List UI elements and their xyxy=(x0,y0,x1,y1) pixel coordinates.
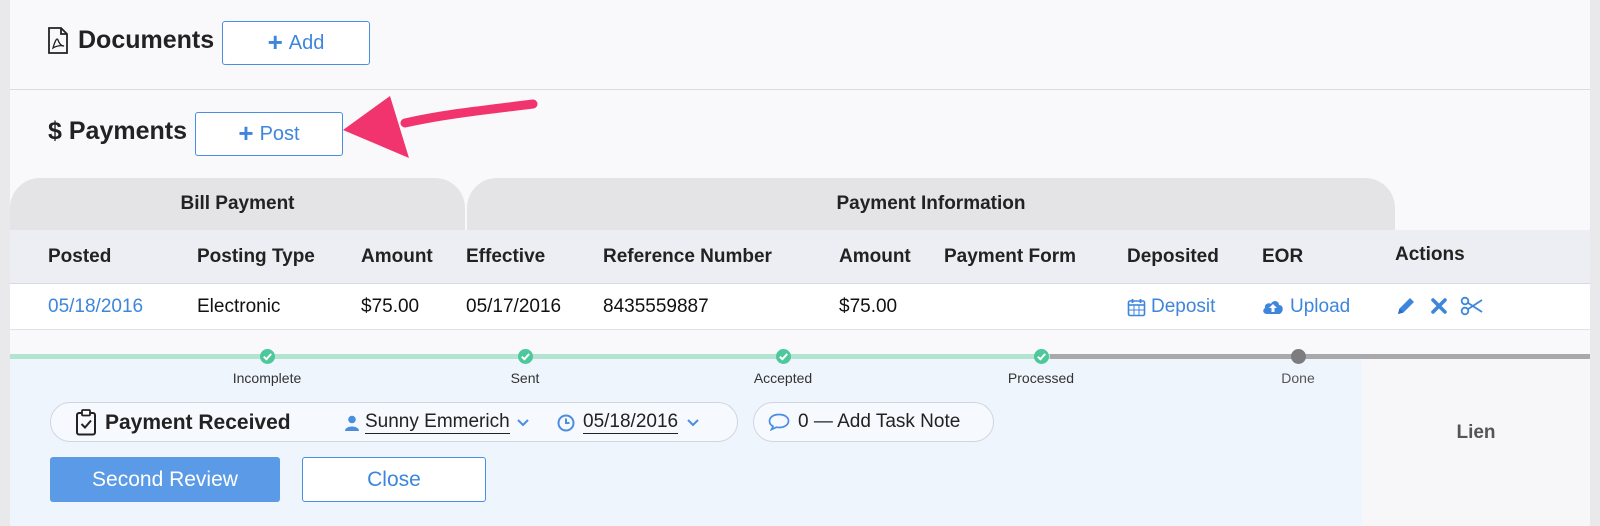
step-label-processed: Processed xyxy=(1007,370,1075,386)
step-processed-check-icon xyxy=(1034,349,1049,364)
column-effective[interactable]: Effective xyxy=(466,246,545,268)
plus-icon: + xyxy=(267,27,283,57)
speech-bubble-icon xyxy=(768,413,790,431)
step-accepted-check-icon xyxy=(776,349,791,364)
progress-bar-remaining xyxy=(1050,354,1590,359)
user-icon xyxy=(345,415,359,431)
post-payment-button[interactable]: + Post xyxy=(195,112,343,156)
column-reference-number[interactable]: Reference Number xyxy=(603,246,772,268)
column-payment-form[interactable]: Payment Form xyxy=(944,246,1076,268)
documents-title: Documents xyxy=(78,26,215,54)
payment-amount-cell: $75.00 xyxy=(839,296,898,317)
column-actions: Actions xyxy=(1395,244,1465,265)
dollar-sign: $ xyxy=(48,117,62,145)
add-task-note-button[interactable]: 0 — Add Task Note xyxy=(753,402,994,442)
task-info-pill: Payment Received Sunny Emmerich 05/18/20… xyxy=(50,402,738,442)
deposit-link[interactable]: Deposit xyxy=(1127,296,1215,318)
column-posting-type[interactable]: Posting Type xyxy=(197,246,315,268)
task-panel: Payment Received Sunny Emmerich 05/18/20… xyxy=(10,358,1362,526)
plus-icon: + xyxy=(238,118,254,148)
assignee-dropdown[interactable]: Sunny Emmerich xyxy=(345,411,530,434)
payments-title-text: Payments xyxy=(68,117,187,145)
close-x-icon[interactable] xyxy=(1427,294,1451,318)
step-label-done: Done xyxy=(1281,370,1315,386)
step-label-incomplete: Incomplete xyxy=(232,370,302,386)
pdf-file-icon xyxy=(48,27,68,54)
add-document-button[interactable]: + Add xyxy=(222,21,370,65)
pencil-icon[interactable] xyxy=(1394,294,1418,318)
table-row: 05/18/2016 Electronic $75.00 05/17/2016 … xyxy=(10,284,1590,330)
amount-cell: $75.00 xyxy=(361,296,420,317)
table-header-row: Posted Posting Type Amount Effective Ref… xyxy=(10,230,1590,284)
column-payment-amount[interactable]: Amount xyxy=(839,246,911,268)
step-label-accepted: Accepted xyxy=(753,370,813,386)
task-title: Payment Received xyxy=(105,411,291,434)
due-date-value: 05/18/2016 xyxy=(583,411,679,434)
annotation-arrow xyxy=(343,96,538,158)
chevron-down-icon xyxy=(687,418,699,426)
post-payment-label: Post xyxy=(259,122,300,145)
effective-date-cell: 05/17/2016 xyxy=(466,296,562,317)
bill-payment-group-tab: Bill Payment xyxy=(10,178,465,230)
step-incomplete-check-icon xyxy=(260,349,275,364)
column-amount[interactable]: Amount xyxy=(361,246,433,268)
assignee-name: Sunny Emmerich xyxy=(365,411,510,434)
payments-title: $ Payments xyxy=(48,117,187,146)
scissors-icon[interactable] xyxy=(1460,294,1484,318)
step-done-dot xyxy=(1291,349,1306,364)
upload-label: Upload xyxy=(1290,296,1351,317)
column-eor[interactable]: EOR xyxy=(1262,246,1303,268)
add-document-label: Add xyxy=(288,31,325,54)
column-deposited[interactable]: Deposited xyxy=(1127,246,1219,268)
task-workflow: Payment Received Sunny Emmerich 05/18/20… xyxy=(10,349,1590,526)
payment-panel: Documents + Add $ Payments + Post Bill P… xyxy=(10,0,1590,526)
second-review-button[interactable]: Second Review xyxy=(50,457,280,502)
lien-panel: Lien xyxy=(1362,358,1590,526)
cloud-upload-icon xyxy=(1263,301,1283,314)
posted-date-link[interactable]: 05/18/2016 xyxy=(48,296,143,318)
upload-eor-link[interactable]: Upload xyxy=(1262,296,1350,318)
documents-section: Documents + Add xyxy=(10,0,1590,90)
task-note-label: 0 — Add Task Note xyxy=(798,411,961,432)
chevron-down-icon xyxy=(516,418,529,426)
close-button[interactable]: Close xyxy=(302,457,486,502)
payment-information-group-tab: Payment Information xyxy=(467,178,1395,230)
reference-number-cell: 8435559887 xyxy=(603,296,709,317)
step-label-sent: Sent xyxy=(510,370,540,386)
step-sent-check-icon xyxy=(518,349,533,364)
column-posted[interactable]: Posted xyxy=(48,246,111,268)
posting-type-cell: Electronic xyxy=(197,296,281,317)
lien-label: Lien xyxy=(1456,422,1496,443)
clipboard-check-icon xyxy=(76,409,96,436)
calendar-icon xyxy=(1127,298,1146,316)
clock-icon xyxy=(557,414,575,431)
deposit-label: Deposit xyxy=(1151,296,1216,317)
due-date-dropdown[interactable]: 05/18/2016 xyxy=(557,411,700,434)
